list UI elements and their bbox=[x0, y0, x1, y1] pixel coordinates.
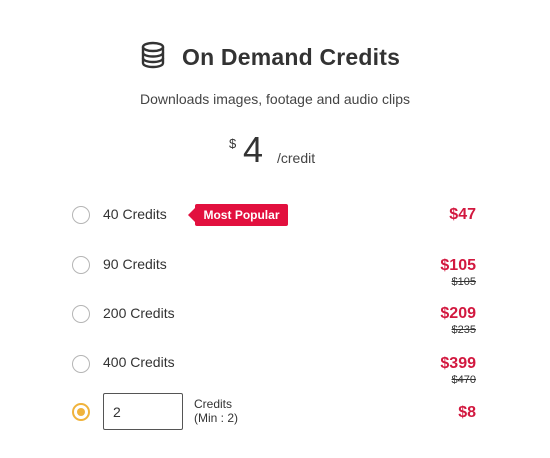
custom-price: $8 bbox=[458, 404, 476, 421]
option-price: $47 bbox=[449, 206, 476, 223]
option-label: 40 Credits bbox=[103, 206, 167, 222]
option-price: $209 bbox=[440, 305, 476, 322]
option-price: $399 bbox=[440, 355, 476, 372]
option-label: 200 Credits bbox=[103, 305, 175, 321]
custom-label-line2: (Min : 2) bbox=[194, 411, 239, 425]
option-old-price: $470 bbox=[451, 374, 476, 386]
radio-200-credits[interactable] bbox=[72, 305, 90, 323]
header: On Demand Credits bbox=[0, 40, 550, 76]
option-label: 400 Credits bbox=[103, 354, 175, 370]
custom-label-line1: Credits bbox=[194, 397, 233, 411]
database-icon bbox=[138, 40, 182, 75]
radio-400-credits[interactable] bbox=[72, 355, 90, 373]
option-old-price: $235 bbox=[451, 324, 476, 336]
price-unit: /credit bbox=[277, 150, 316, 166]
radio-90-credits[interactable] bbox=[72, 256, 90, 274]
most-popular-badge: Most Popular bbox=[188, 204, 288, 226]
option-old-price: $105 bbox=[451, 276, 476, 288]
radio-40-credits[interactable] bbox=[72, 206, 90, 224]
option-label: 90 Credits bbox=[103, 256, 167, 272]
radio-custom-credits[interactable] bbox=[72, 403, 90, 421]
option-price: $105 bbox=[440, 257, 476, 274]
custom-credits-label: Credits (Min : 2) bbox=[194, 397, 238, 425]
price-amount: 4 bbox=[243, 129, 264, 170]
page-title: On Demand Credits bbox=[182, 44, 401, 70]
subtitle: Downloads images, footage and audio clip… bbox=[139, 91, 411, 107]
price-currency: $ bbox=[229, 136, 237, 151]
custom-credits-input[interactable] bbox=[103, 393, 183, 430]
